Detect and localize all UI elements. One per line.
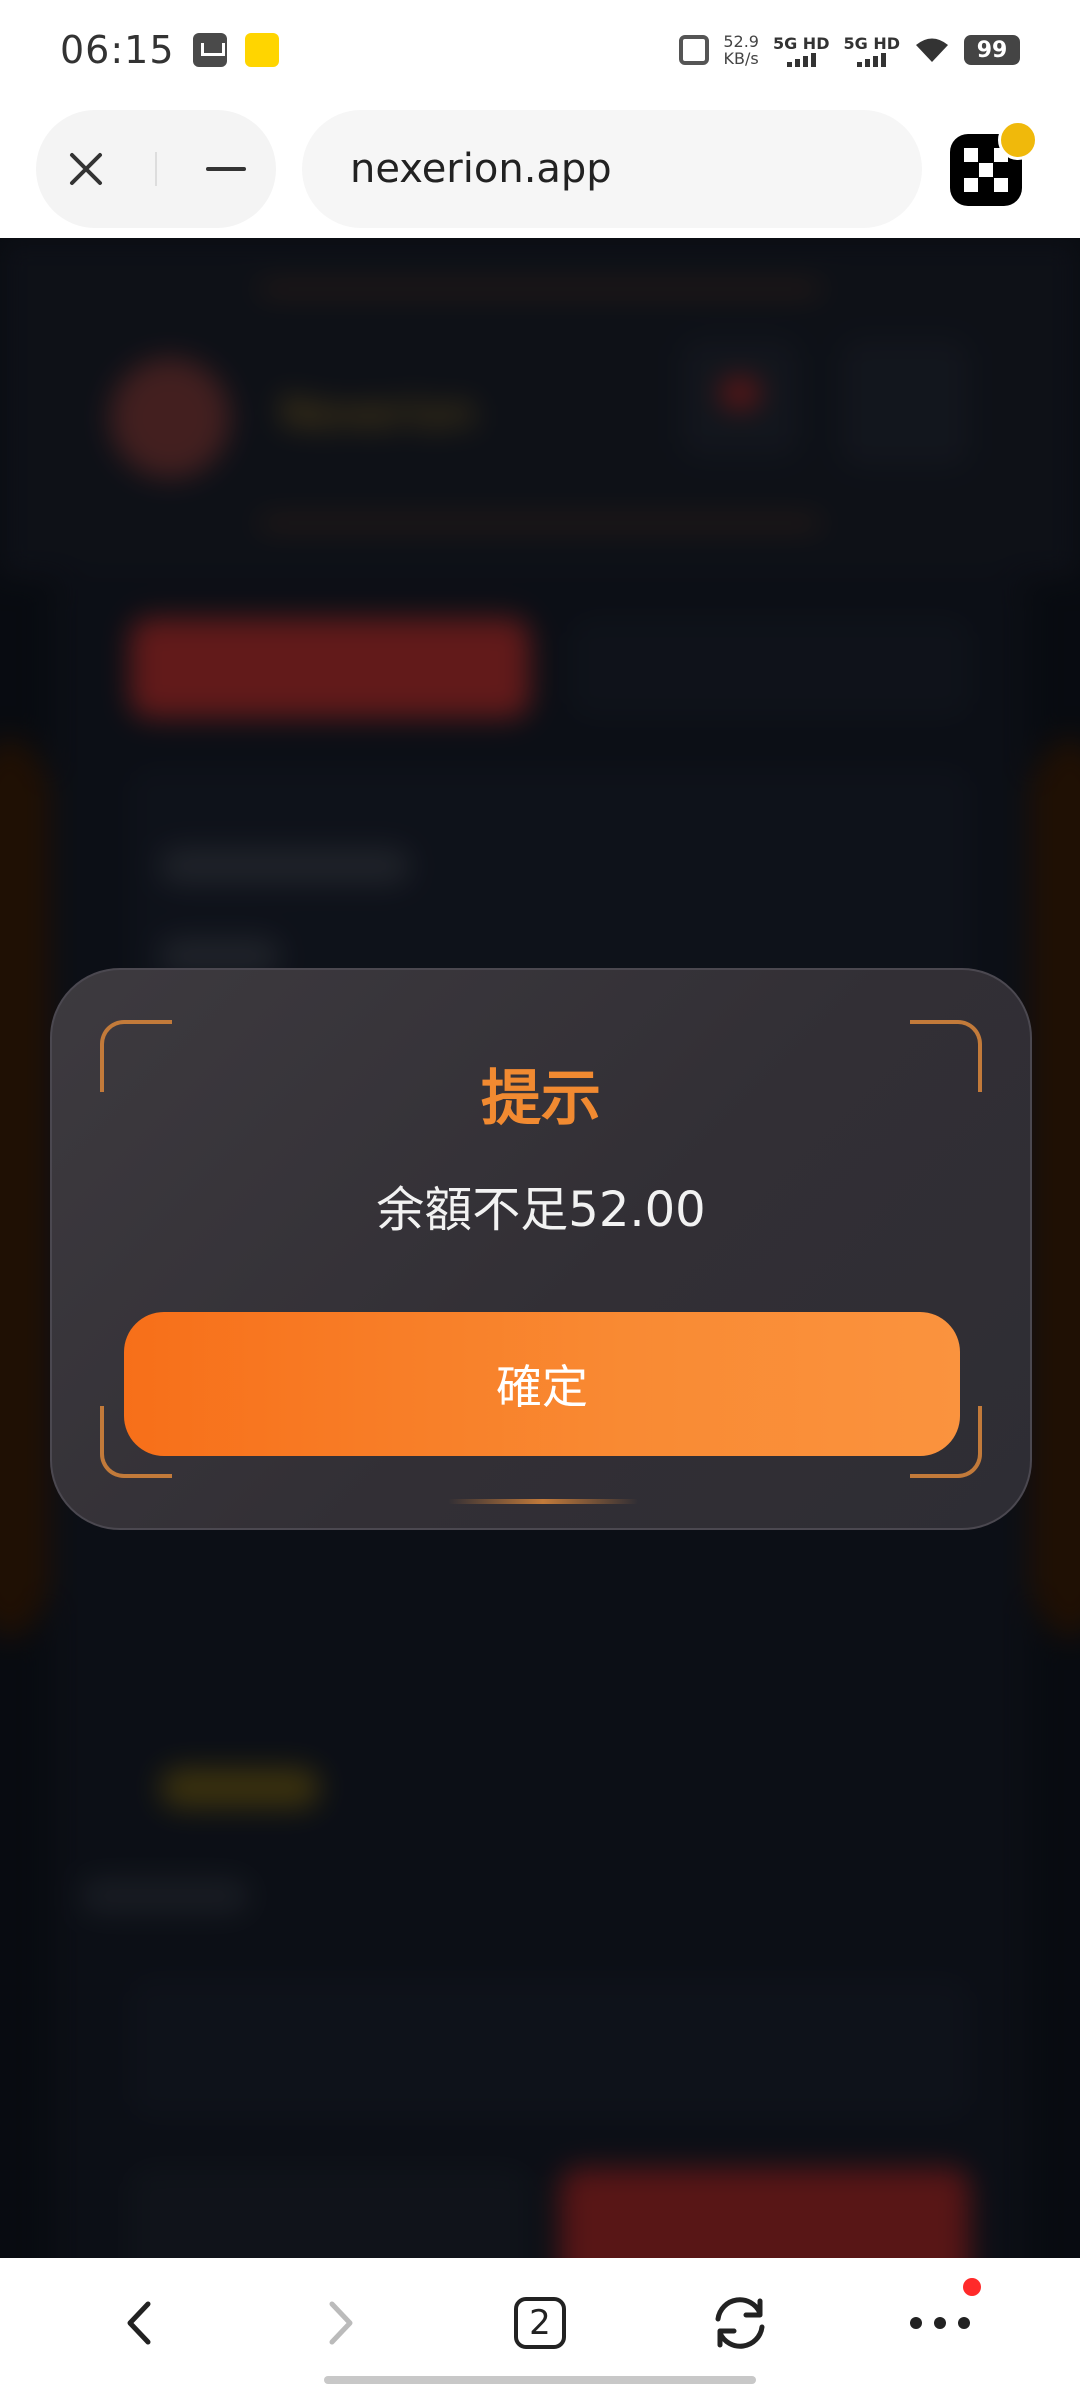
browser-bottom-nav: 2 <box>0 2258 1080 2388</box>
sim2-signal: 5G HD <box>843 34 900 67</box>
app-notification-icon <box>244 33 279 67</box>
dialog-title: 提示 <box>481 1064 601 1134</box>
status-bar: 06:15 52.9 KB/s 5G HD 5G HD 99 <box>0 0 1080 100</box>
screen: 06:15 52.9 KB/s 5G HD 5G HD 99 nexerion.… <box>0 0 1080 2388</box>
sim1-signal: 5G HD <box>772 33 830 67</box>
network-speed: 52.9 KB/s <box>723 33 759 67</box>
more-dots-icon[interactable] <box>895 2278 985 2368</box>
battery-indicator: 99 <box>964 35 1020 65</box>
status-left: 06:15 <box>60 28 279 72</box>
url-text: nexerion.app <box>350 146 612 192</box>
chevron-right-icon[interactable] <box>295 2278 385 2368</box>
signal-bars-icon <box>857 52 887 67</box>
dialog-accent-line <box>448 1499 638 1504</box>
home-indicator[interactable] <box>324 2376 756 2384</box>
chevron-left-icon[interactable] <box>95 2278 185 2368</box>
vibrate-icon <box>679 35 710 65</box>
network-speed-value: 52.9 <box>723 32 759 51</box>
extension-icon[interactable] <box>950 120 1038 206</box>
window-controls <box>36 110 276 228</box>
mail-notification-icon <box>192 33 227 67</box>
sim2-label: 5G HD <box>843 33 900 53</box>
notification-dot <box>963 2278 981 2296</box>
wifi-icon <box>914 36 950 64</box>
close-icon[interactable] <box>56 139 116 199</box>
tab-count: 2 <box>514 2297 566 2349</box>
alert-dialog: 提示 余額不足52.00 確定 <box>50 968 1032 1530</box>
signal-bars-icon <box>786 52 816 67</box>
dialog-message: 余額不足52.00 <box>376 1182 706 1238</box>
sim1-label: 5G HD <box>772 33 830 53</box>
clock: 06:15 <box>60 28 175 72</box>
controls-divider <box>154 152 157 186</box>
url-bar[interactable]: nexerion.app <box>302 110 922 228</box>
tabs-button[interactable]: 2 <box>495 2278 585 2368</box>
network-speed-unit: KB/s <box>723 49 759 68</box>
confirm-button[interactable]: 確定 <box>124 1312 960 1456</box>
extension-badge-icon <box>998 120 1038 160</box>
status-right: 52.9 KB/s 5G HD 5G HD 99 <box>679 33 1020 67</box>
minimize-icon[interactable] <box>196 139 256 199</box>
refresh-icon[interactable] <box>695 2278 785 2368</box>
browser-toolbar: nexerion.app <box>0 100 1080 238</box>
